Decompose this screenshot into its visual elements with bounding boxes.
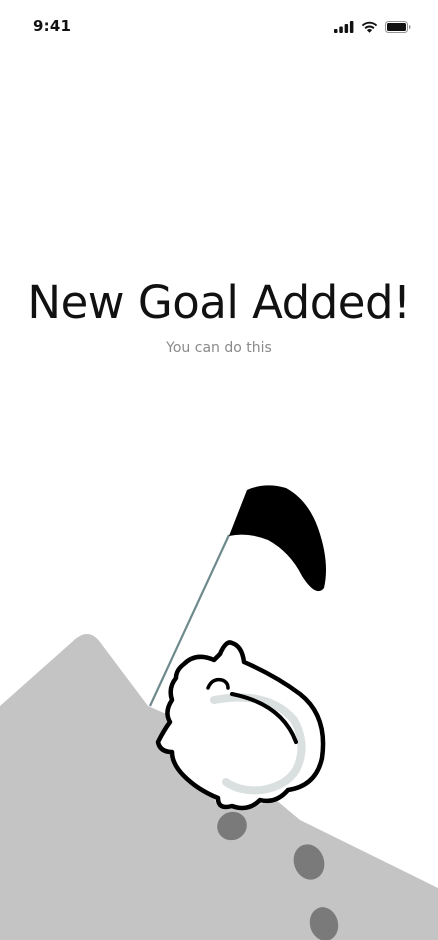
- goal-flag: [229, 485, 326, 592]
- goal-added-screen: 9:41 New Goal Added! You can do this: [0, 0, 438, 940]
- page-subtitle: You can do this: [166, 340, 272, 356]
- status-bar: 9:41: [0, 0, 438, 54]
- goal-illustration: [0, 485, 438, 940]
- battery-icon: [385, 18, 411, 37]
- page-title: New Goal Added!: [27, 276, 411, 329]
- wifi-icon: [361, 18, 378, 37]
- signal-icon: [334, 18, 354, 37]
- status-time: 9:41: [33, 17, 72, 35]
- status-icons: [334, 18, 411, 37]
